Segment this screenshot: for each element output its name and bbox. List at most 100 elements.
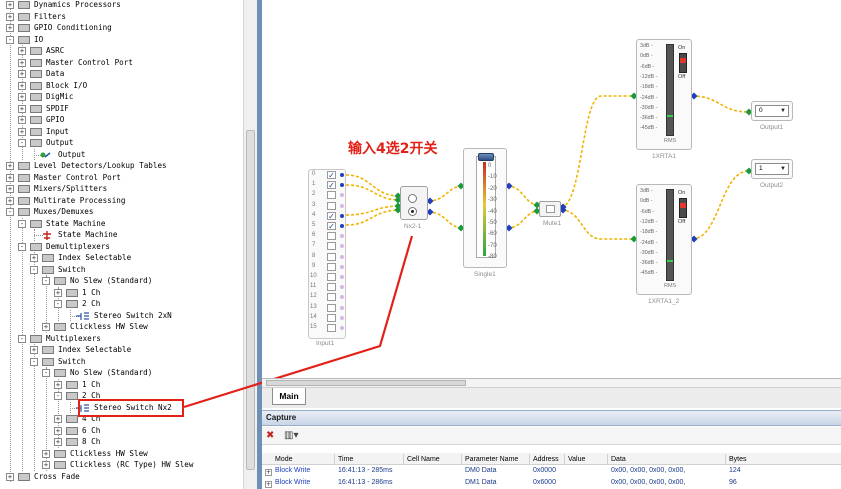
tree-item-gpio-conditioning[interactable]: + GPIO Conditioning [0,22,243,34]
expand-icon[interactable]: + [18,47,26,55]
signal-wire[interactable] [427,211,464,229]
tree-item-dynamics-processors[interactable]: + Dynamics Processors [0,0,243,11]
collapse-icon[interactable]: - [6,208,14,216]
input-channel-checkbox[interactable] [327,201,336,210]
input-channel-checkbox[interactable] [327,191,336,200]
input-channel-checkbox[interactable] [327,242,336,251]
expand-icon[interactable]: + [6,196,14,205]
tree-item-multirate-processing[interactable]: + Multirate Processing [0,195,243,207]
tree-item-filters[interactable]: + Filters [0,11,243,23]
expand-icon[interactable]: + [6,24,14,32]
signal-wire[interactable] [345,209,401,226]
tree-item-no-slew-standard[interactable]: - No Slew (Standard) [0,367,243,379]
collapse-icon[interactable]: - [18,139,26,147]
tree-item-gpio[interactable]: + GPIO [0,114,243,126]
tree-item-asrc[interactable]: + ASRC [0,45,243,57]
signal-wire[interactable] [691,95,750,113]
expand-icon[interactable]: + [54,438,62,446]
output1-channel-dropdown[interactable]: 0 ▼ [755,105,789,117]
input-channel-checkbox[interactable] [327,313,336,322]
tree-item-switch[interactable]: - Switch [0,264,243,276]
input-channel-checkbox[interactable] [327,283,336,292]
output2-channel-dropdown[interactable]: 1 ▼ [755,163,789,175]
input-channel-checkbox[interactable] [327,324,336,332]
tree-item-clickless-hw-slew[interactable]: + Clickless HW Slew [0,321,243,333]
signal-wire[interactable] [560,95,634,208]
expand-icon[interactable]: + [6,472,14,481]
signal-wire[interactable] [506,185,540,206]
tree-item-state-machine[interactable]: State Machine [0,229,243,241]
input-channel-checkbox[interactable] [327,262,336,271]
rta2-toggle[interactable] [679,198,687,218]
tree-item-clickless-rc-type-hw-slew[interactable]: + Clickless (RC Type) HW Slew [0,459,243,471]
signal-wire[interactable] [345,205,401,216]
collapse-icon[interactable]: - [42,369,50,377]
rta1-toggle[interactable] [679,53,687,73]
capture-column-header[interactable]: Mode [275,456,293,463]
collapse-icon[interactable]: - [42,277,50,285]
capture-column-header[interactable]: Data [611,456,626,463]
signal-wire[interactable] [506,210,540,229]
capture-column-header[interactable]: Address [533,456,559,463]
expand-row-icon[interactable]: + [265,481,272,488]
tree-scrollbar-thumb[interactable] [246,130,255,470]
tree-item-input[interactable]: + Input [0,126,243,138]
tree-item-output[interactable]: Output [0,149,243,161]
expand-icon[interactable]: + [54,380,62,389]
collapse-icon[interactable]: - [18,219,26,228]
tree-item-mixers-splitters[interactable]: + Mixers/Splitters [0,183,243,195]
expand-icon[interactable]: + [18,116,26,124]
collapse-icon[interactable]: - [18,334,26,343]
input-channel-checkbox[interactable]: ✓ [327,211,336,220]
collapse-icon[interactable]: - [30,357,38,366]
capture-cell-mode[interactable]: Block Write [275,479,310,486]
tree-item-8-ch[interactable]: +8 Ch [0,436,243,448]
capture-column-header[interactable]: Parameter Name [465,456,518,463]
collapse-icon[interactable]: - [18,242,26,251]
input-channel-checkbox[interactable]: ✓ [327,222,336,231]
input-channel-checkbox[interactable] [327,303,336,312]
tree-item-master-control-port[interactable]: + Master Control Port [0,172,243,184]
tree-item-muxes-demuxes[interactable]: - Muxes/Demuxes [0,206,243,218]
expand-icon[interactable]: + [6,185,14,193]
expand-icon[interactable]: + [6,1,14,9]
tree-item-index-selectable[interactable]: + Index Selectable [0,252,243,264]
tree-item-data[interactable]: + Data [0,68,243,80]
schematic-canvas[interactable]: 0 ✓ 1 ✓ 2 3 4 ✓ 5 ✓ 6 7 8 9 10 11 12 13 14 15 Input1 Nx2-1 … [262,0,841,378]
expand-icon[interactable]: + [6,162,14,170]
capture-cell-mode[interactable]: Block Write [275,467,310,474]
expand-icon[interactable]: + [42,323,50,331]
expand-icon[interactable]: + [6,173,14,182]
input-channel-checkbox[interactable]: ✓ [327,181,336,190]
tree-scrollbar[interactable] [243,0,257,489]
expand-icon[interactable]: + [42,461,50,469]
tree-item-1-ch[interactable]: +1 Ch [0,379,243,391]
capture-column-header[interactable]: Cell Name [407,456,440,463]
expand-icon[interactable]: + [18,127,26,136]
tree-item-1-ch[interactable]: +1 Ch [0,287,243,299]
signal-wire[interactable] [691,170,750,240]
tree-item-block-i-o[interactable]: + Block I/O [0,80,243,92]
signal-wire[interactable] [427,185,464,202]
expand-icon[interactable]: + [18,70,26,78]
tree-item-level-detectors-lookup-tables[interactable]: + Level Detectors/Lookup Tables [0,160,243,172]
volume-slider-knob[interactable] [478,153,494,161]
tree-item-output[interactable]: - Output [0,137,243,149]
expand-icon[interactable]: + [18,104,26,113]
tree-item-6-ch[interactable]: +6 Ch [0,425,243,437]
tree-item-2-ch[interactable]: - 2 Ch [0,298,243,310]
switch-radio-1[interactable] [408,194,417,203]
input-channel-checkbox[interactable]: ✓ [327,171,336,180]
expand-icon[interactable]: + [6,12,14,21]
mute-checkbox[interactable] [546,205,555,213]
expand-icon[interactable]: + [18,81,26,90]
expand-row-icon[interactable]: + [265,469,272,476]
input-channel-checkbox[interactable] [327,232,336,241]
clear-capture-icon[interactable]: ✖ [266,430,274,442]
input-channel-checkbox[interactable] [327,273,336,281]
tree-item-digmic[interactable]: + DigMic [0,91,243,103]
tree-item-state-machine[interactable]: - State Machine [0,218,243,230]
canvas-scrollbar-thumb[interactable] [266,380,466,386]
columns-menu-icon[interactable]: ▥▾ [284,430,298,442]
tree-item-spdif[interactable]: + SPDIF [0,103,243,115]
